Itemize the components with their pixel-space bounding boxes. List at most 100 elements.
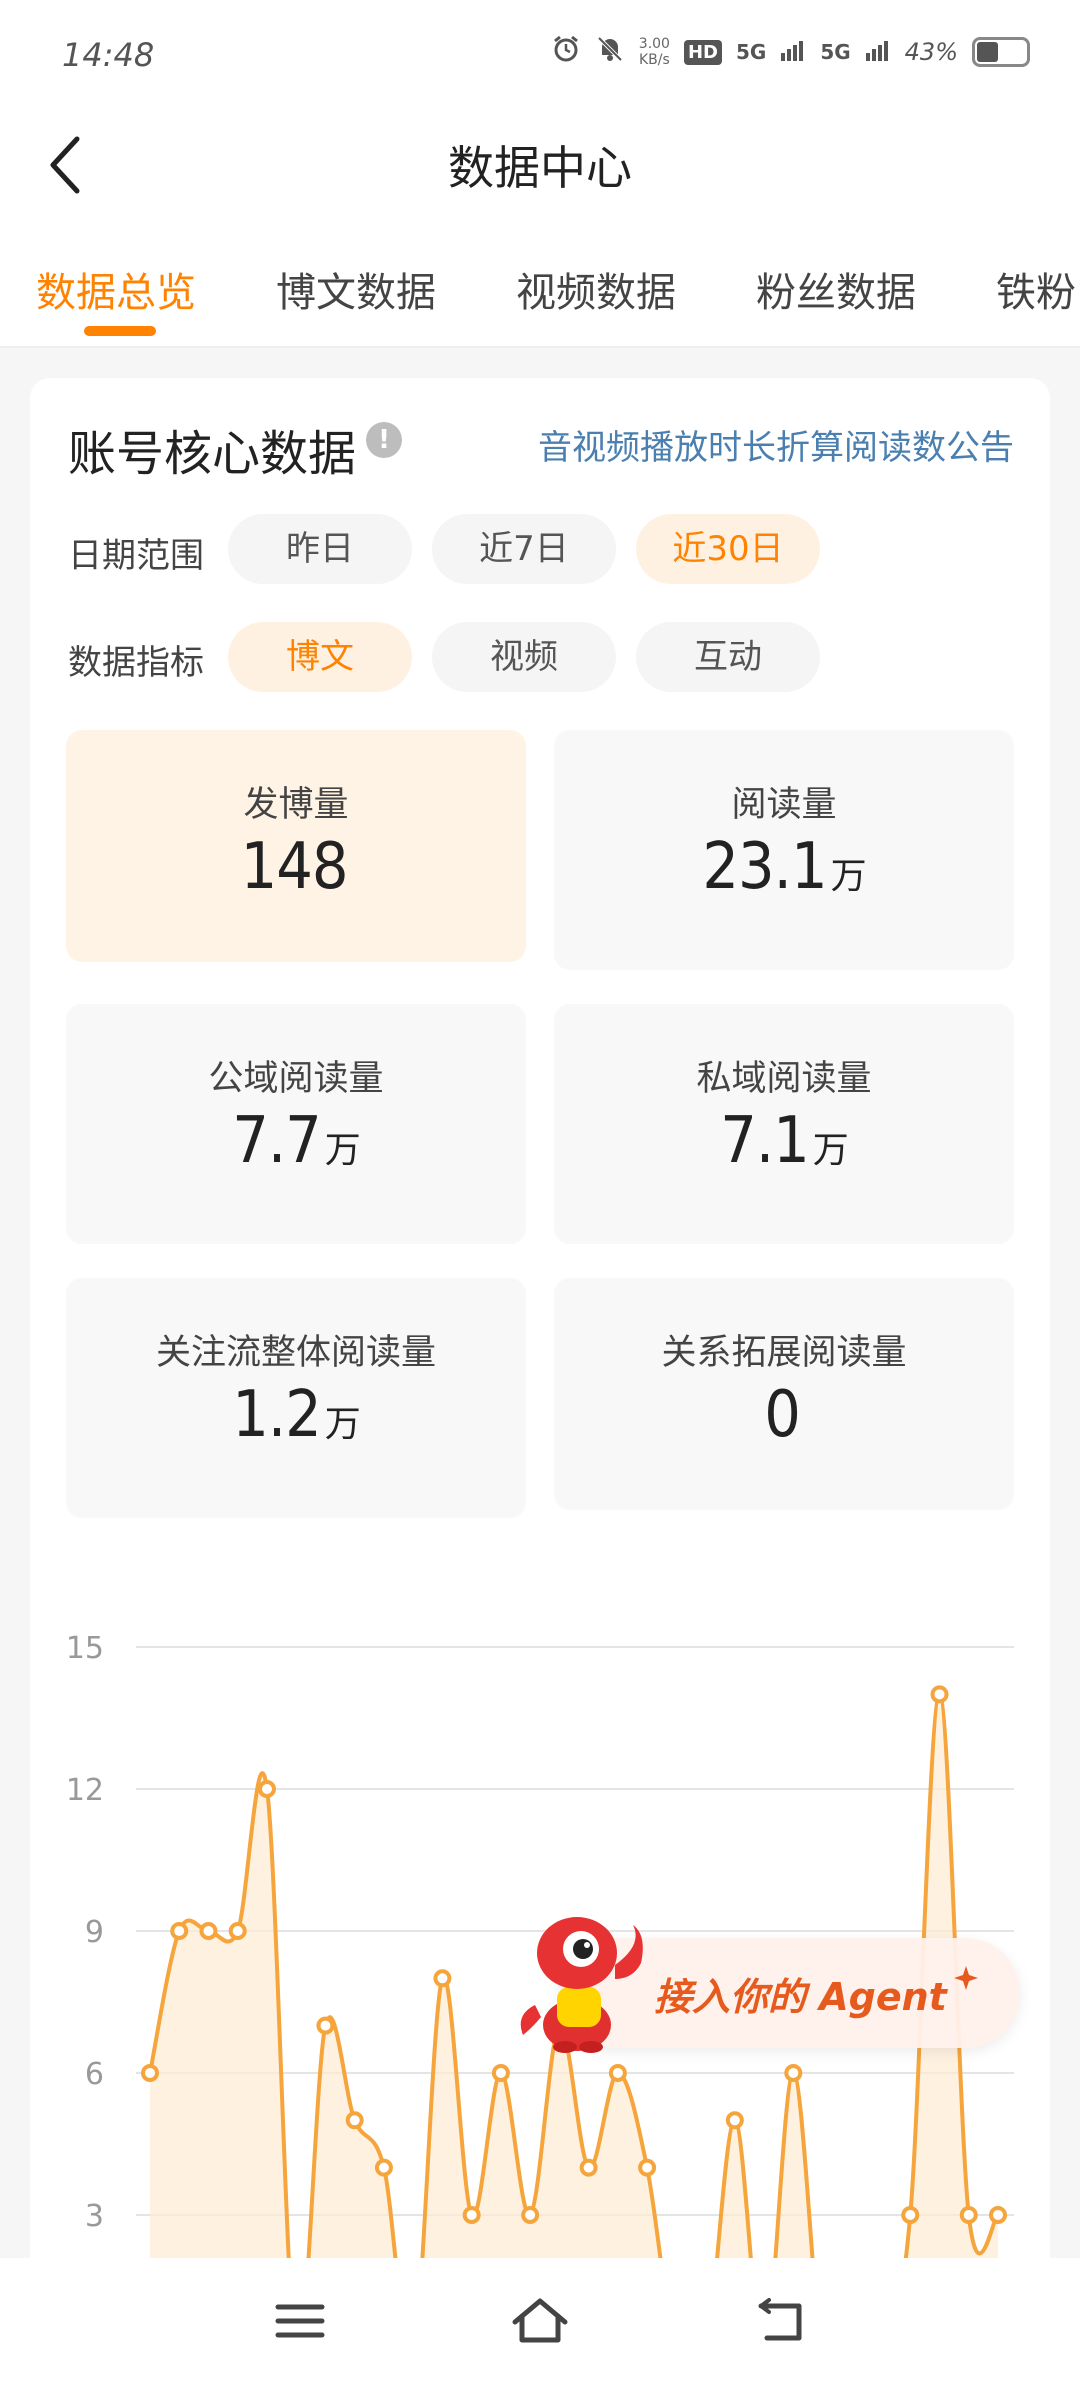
data-point[interactable] — [725, 2111, 744, 2130]
data-point[interactable] — [257, 1779, 276, 1798]
metric-tile-private-reads[interactable]: 私域阅读量 7.1 万 — [554, 1004, 1014, 1244]
metric-label: 关注流整体阅读量 — [155, 1333, 436, 1373]
metric-label: 阅读量 — [731, 785, 837, 825]
signal-5g-1: 5G — [735, 40, 767, 64]
tab-overview[interactable]: 数据总览 — [36, 260, 196, 318]
metric-number: 148 — [240, 830, 349, 904]
tab-iron-fans[interactable]: 铁粉 — [996, 260, 1076, 318]
metric-chip-video[interactable]: 视频 — [432, 622, 616, 692]
data-point[interactable] — [521, 2205, 540, 2224]
status-time: 14:48 — [62, 36, 155, 74]
battery-icon — [972, 37, 1030, 67]
tab-video-data[interactable]: 视频数据 — [516, 260, 676, 318]
tab-bar: 数据总览 博文数据 视频数据 粉丝数据 铁粉 — [0, 220, 1080, 348]
metric-value: 0 — [554, 1378, 1014, 1452]
alarm-icon — [551, 34, 581, 70]
metric-label: 私域阅读量 — [696, 1059, 872, 1099]
metric-label: 公域阅读量 — [208, 1059, 384, 1099]
info-icon[interactable]: ! — [366, 422, 402, 458]
return-button[interactable] — [740, 2286, 820, 2356]
metric-number: 7.7 — [232, 1104, 322, 1178]
date-range-label: 日期范围 — [68, 536, 204, 576]
hd-icon: HD — [683, 39, 722, 65]
date-chip-7days[interactable]: 近7日 — [432, 514, 616, 584]
back-arrow-icon — [758, 2298, 802, 2341]
data-point[interactable] — [930, 1685, 949, 1704]
net-speed: 3.00 KB/s — [639, 36, 670, 68]
data-point[interactable] — [901, 2205, 920, 2224]
y-tick-label: 15 — [66, 1631, 104, 1666]
page-title: 数据中心 — [448, 141, 632, 195]
metric-chip-interaction[interactable]: 互动 — [636, 622, 820, 692]
y-tick-label: 12 — [66, 1773, 104, 1808]
signal-bars-icon — [780, 37, 806, 67]
agent-promo-text: 接入你的 Agent — [654, 1975, 947, 2019]
metric-tile-relation-expansion-reads[interactable]: 关系拓展阅读量 0 — [554, 1278, 1014, 1510]
data-point[interactable] — [170, 1921, 189, 1940]
notice-link[interactable]: 音视频播放时长折算阅读数公告 — [538, 420, 1014, 469]
metric-value: 7.1 万 — [554, 1104, 1014, 1178]
metric-value: 7.7 万 — [66, 1104, 526, 1178]
metric-number: 0 — [764, 1378, 801, 1452]
metric-value: 23.1 万 — [554, 830, 1014, 904]
metric-type-label: 数据指标 — [68, 643, 204, 683]
sparkle-icon — [954, 1966, 978, 1990]
tab-post-data[interactable]: 博文数据 — [276, 260, 436, 318]
signal-5g-2: 5G — [820, 40, 851, 64]
metric-label: 发博量 — [243, 785, 349, 825]
system-nav-bar — [0, 2258, 1080, 2388]
tab-fans-data[interactable]: 粉丝数据 — [756, 260, 916, 318]
status-icons: 3.00 KB/s HD 5G 5G 43% — [551, 34, 1030, 70]
home-button[interactable] — [500, 2286, 580, 2356]
net-speed-unit: KB/s — [638, 52, 670, 68]
data-point[interactable] — [199, 1921, 218, 1940]
data-point[interactable] — [433, 1969, 452, 1988]
data-point[interactable] — [784, 2063, 803, 2082]
data-point[interactable] — [579, 2158, 598, 2177]
metric-unit: 万 — [812, 1130, 849, 1171]
data-point[interactable] — [374, 2158, 393, 2177]
home-icon — [512, 2298, 568, 2343]
metric-label: 关系拓展阅读量 — [661, 1333, 907, 1373]
battery-percent: 43% — [904, 38, 958, 66]
metric-tile-follow-feed-reads[interactable]: 关注流整体阅读量 1.2 万 — [66, 1278, 526, 1518]
tab-active-indicator — [84, 326, 156, 336]
metric-number: 23.1 — [702, 830, 827, 904]
mute-bell-icon — [595, 34, 625, 70]
metric-value: 1.2 万 — [66, 1378, 526, 1452]
data-point[interactable] — [959, 2205, 978, 2224]
data-point[interactable] — [141, 2063, 159, 2082]
metric-unit: 万 — [324, 1130, 361, 1171]
data-point[interactable] — [316, 2016, 335, 2035]
net-speed-value: 3.00 — [638, 36, 670, 52]
metric-tile-reads[interactable]: 阅读量 23.1 万 — [554, 730, 1014, 970]
card-title: 账号核心数据 — [68, 426, 357, 482]
y-tick-label: 6 — [85, 2057, 104, 2092]
date-chip-30days[interactable]: 近30日 — [636, 514, 820, 584]
metric-number: 7.1 — [720, 1104, 810, 1178]
metric-chip-post[interactable]: 博文 — [228, 622, 412, 692]
metric-tile-posts[interactable]: 发博量 148 — [66, 730, 526, 962]
y-tick-label: 3 — [85, 2199, 104, 2234]
mascot-icon[interactable] — [515, 1905, 655, 2055]
data-point[interactable] — [608, 2063, 627, 2082]
metric-number: 1.2 — [232, 1378, 322, 1452]
app-header: 数据中心 — [0, 110, 1080, 220]
y-tick-label: 9 — [85, 1915, 104, 1950]
data-point[interactable] — [462, 2205, 481, 2224]
menu-icon — [275, 2304, 325, 2338]
metric-value: 148 — [66, 830, 526, 904]
date-chip-yesterday[interactable]: 昨日 — [228, 514, 412, 584]
menu-button[interactable] — [260, 2286, 340, 2356]
data-point[interactable] — [345, 2111, 364, 2130]
status-bar: 14:48 3.00 KB/s HD 5G 5G 43% — [0, 0, 1080, 110]
data-point[interactable] — [491, 2063, 510, 2082]
signal-bars-icon-2 — [865, 37, 891, 67]
metric-unit: 万 — [830, 856, 867, 897]
data-point[interactable] — [228, 1921, 247, 1940]
page-root: 14:48 3.00 KB/s HD 5G 5G 43% 数据中心 数据总览 博… — [0, 0, 1080, 2388]
data-point[interactable] — [638, 2158, 657, 2177]
metric-tile-public-reads[interactable]: 公域阅读量 7.7 万 — [66, 1004, 526, 1244]
data-point[interactable] — [989, 2205, 1007, 2224]
metric-unit: 万 — [324, 1404, 361, 1445]
